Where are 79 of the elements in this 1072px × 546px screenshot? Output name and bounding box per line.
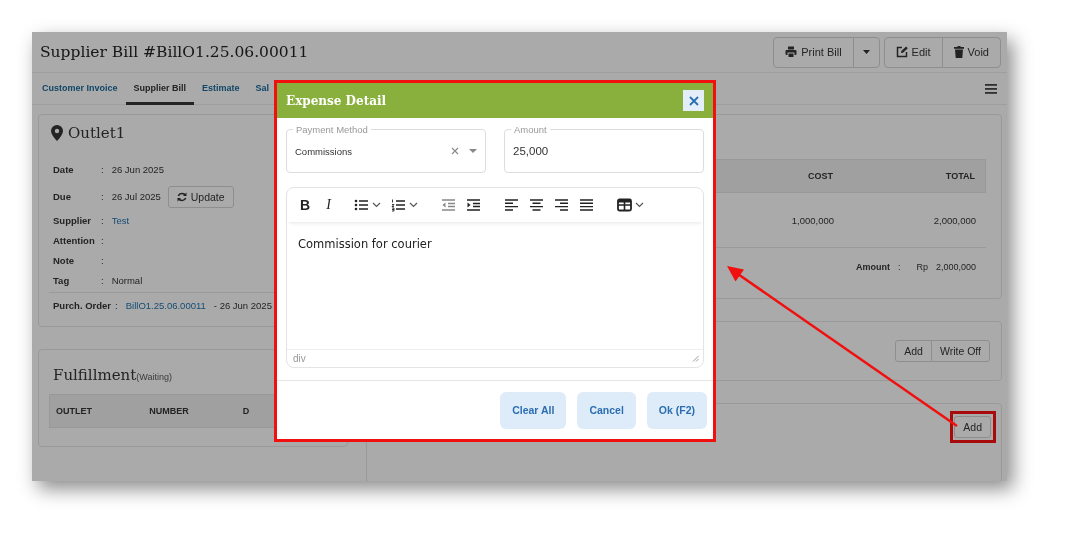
align-center-icon xyxy=(528,198,544,212)
amount-label: Amount xyxy=(855,262,890,272)
outdent-icon xyxy=(440,198,456,212)
editor-text: Commission for courier xyxy=(297,236,433,253)
colon: : xyxy=(897,262,901,272)
element-path: div xyxy=(293,353,306,364)
refresh-icon xyxy=(176,191,187,202)
colon: : xyxy=(101,214,104,226)
italic-button[interactable]: I xyxy=(321,193,336,217)
align-left-icon xyxy=(503,198,519,212)
pencil-square-icon xyxy=(895,46,908,58)
outlet-name: Outlet1 xyxy=(68,124,126,142)
field-value: Normal xyxy=(111,274,143,286)
field-label: Tag xyxy=(53,274,71,286)
dialog-button[interactable]: Clear All xyxy=(500,391,567,429)
justify-icon xyxy=(578,198,594,212)
numbered-list-icon xyxy=(390,198,406,212)
action-button[interactable]: Write Off xyxy=(930,340,990,362)
clear-icon xyxy=(451,147,459,155)
field-label: Note xyxy=(53,254,76,266)
void-button[interactable]: Void xyxy=(941,36,1001,68)
section-title: Fulfillment xyxy=(53,366,137,384)
column-header: COST xyxy=(807,171,833,181)
column-header: D xyxy=(242,406,251,416)
column-header: NUMBER xyxy=(149,406,190,416)
menu-icon xyxy=(985,83,997,94)
field-label: Due xyxy=(53,191,72,202)
colon: : xyxy=(101,191,104,202)
printer-icon xyxy=(785,46,798,58)
page-title: Supplier Bill #BillO1.25.06.00011 xyxy=(40,43,309,61)
align-right-icon xyxy=(553,198,569,212)
dialog-title: Expense Detail xyxy=(286,93,387,108)
dialog-button[interactable]: Ok (F2) xyxy=(646,391,707,429)
add-button[interactable]: Add xyxy=(954,416,991,438)
tab[interactable]: Estimate xyxy=(194,73,248,105)
field-value: 26 Jul 2025 xyxy=(111,191,161,202)
column-header: TOTAL xyxy=(944,171,975,181)
edit-button[interactable]: Edit xyxy=(883,36,943,68)
field-label: Attention xyxy=(53,234,96,246)
bullet-list-icon xyxy=(353,198,369,212)
tab[interactable]: Customer Invoice xyxy=(42,73,126,105)
colon: : xyxy=(101,164,104,175)
field-label: Date xyxy=(53,164,75,175)
table-cell-text: 2,000,000 xyxy=(932,214,976,226)
field-value: - 26 Jun 2025 xyxy=(213,300,272,311)
colon: : xyxy=(101,254,104,266)
resize-grip-icon xyxy=(692,355,699,362)
print-button[interactable]: Print Bill xyxy=(773,36,854,68)
update-button[interactable]: Update xyxy=(167,185,234,208)
currency: Rp xyxy=(916,262,928,272)
field-label: Supplier xyxy=(53,214,92,226)
table-icon xyxy=(616,198,632,212)
link[interactable]: BillO1.25.06.00011 xyxy=(125,300,206,311)
trash-icon xyxy=(953,46,964,58)
colon: : xyxy=(115,300,118,311)
close-button[interactable] xyxy=(683,90,704,111)
colon: : xyxy=(101,274,104,286)
bold-button[interactable]: B xyxy=(295,193,316,217)
status-text: (Waiting) xyxy=(136,372,172,382)
menu-button[interactable] xyxy=(985,83,997,94)
field-label: Purch. Order xyxy=(53,300,112,311)
colon: : xyxy=(101,234,104,246)
rich-text-editor[interactable]: B I Commission for courier div xyxy=(286,187,704,368)
tab[interactable]: Sal xyxy=(247,73,278,105)
caret-icon xyxy=(469,149,477,153)
map-pin-icon xyxy=(51,125,63,141)
indent-icon xyxy=(465,198,481,212)
dialog-button[interactable]: Cancel xyxy=(577,391,636,429)
table-cell-text: 1,000,000 xyxy=(790,214,834,226)
action-button[interactable]: Add xyxy=(895,340,932,362)
caret-icon xyxy=(862,50,870,54)
column-header: OUTLET xyxy=(56,406,93,416)
amount-value: 2,000,000 xyxy=(935,262,976,272)
field-value: 26 Jun 2025 xyxy=(111,164,164,175)
link[interactable]: Test xyxy=(111,214,130,226)
field-label: Amount xyxy=(511,124,550,135)
field-label: Payment Method xyxy=(293,124,371,135)
close-icon xyxy=(688,95,699,106)
tab[interactable]: Supplier Bill xyxy=(125,73,195,105)
